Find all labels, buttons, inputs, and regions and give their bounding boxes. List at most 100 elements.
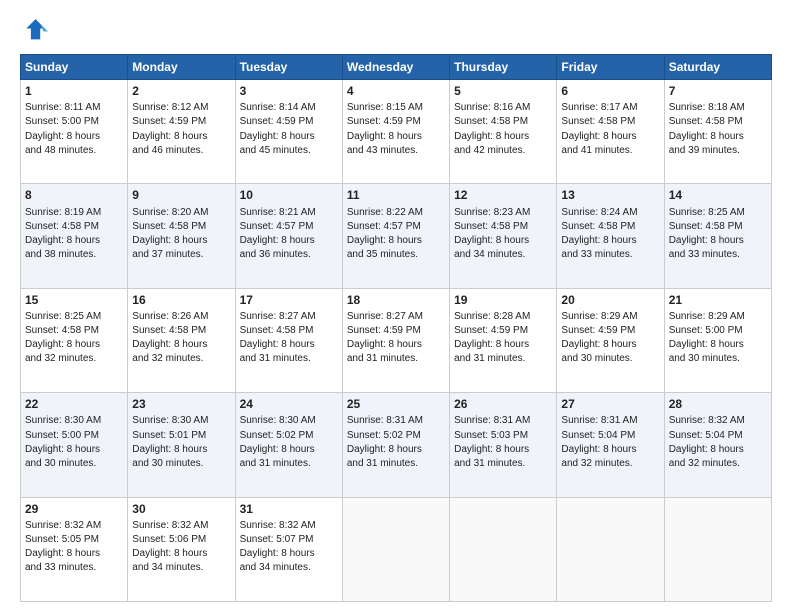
day-number: 1 — [25, 83, 123, 99]
calendar-cell: 20 Sunrise: 8:29 AMSunset: 4:59 PMDayligh… — [557, 288, 664, 392]
cell-info: Sunrise: 8:20 AMSunset: 4:58 PMDaylight:… — [132, 207, 208, 261]
calendar-cell: 31 Sunrise: 8:32 AMSunset: 5:07 PMDayligh… — [235, 497, 342, 601]
calendar-day-header: Friday — [557, 55, 664, 80]
page: SundayMondayTuesdayWednesdayThursdayFrid… — [0, 0, 792, 612]
day-number: 31 — [240, 501, 338, 517]
day-number: 27 — [561, 396, 659, 412]
day-number: 23 — [132, 396, 230, 412]
cell-info: Sunrise: 8:30 AMSunset: 5:02 PMDaylight:… — [240, 415, 316, 469]
day-number: 9 — [132, 187, 230, 203]
cell-info: Sunrise: 8:32 AMSunset: 5:07 PMDaylight:… — [240, 520, 316, 574]
calendar-day-header: Tuesday — [235, 55, 342, 80]
day-number: 15 — [25, 292, 123, 308]
calendar-cell: 2 Sunrise: 8:12 AMSunset: 4:59 PMDaylight… — [128, 80, 235, 184]
calendar-day-header: Sunday — [21, 55, 128, 80]
day-number: 2 — [132, 83, 230, 99]
cell-info: Sunrise: 8:27 AMSunset: 4:58 PMDaylight:… — [240, 311, 316, 365]
calendar-week-row: 8 Sunrise: 8:19 AMSunset: 4:58 PMDaylight… — [21, 184, 772, 288]
day-number: 28 — [669, 396, 767, 412]
cell-info: Sunrise: 8:21 AMSunset: 4:57 PMDaylight:… — [240, 207, 316, 261]
calendar-cell: 8 Sunrise: 8:19 AMSunset: 4:58 PMDaylight… — [21, 184, 128, 288]
cell-info: Sunrise: 8:32 AMSunset: 5:06 PMDaylight:… — [132, 520, 208, 574]
cell-info: Sunrise: 8:32 AMSunset: 5:04 PMDaylight:… — [669, 415, 745, 469]
calendar-cell: 1 Sunrise: 8:11 AMSunset: 5:00 PMDaylight… — [21, 80, 128, 184]
cell-info: Sunrise: 8:29 AMSunset: 5:00 PMDaylight:… — [669, 311, 745, 365]
calendar-week-row: 1 Sunrise: 8:11 AMSunset: 5:00 PMDaylight… — [21, 80, 772, 184]
calendar-cell: 13Sunrise: 8:24 AMSunset: 4:58 PMDayligh… — [557, 184, 664, 288]
cell-info: Sunrise: 8:29 AMSunset: 4:59 PMDaylight:… — [561, 311, 637, 365]
calendar-cell: 29 Sunrise: 8:32 AMSunset: 5:05 PMDayligh… — [21, 497, 128, 601]
calendar-cell: 3Sunrise: 8:14 AMSunset: 4:59 PMDaylight… — [235, 80, 342, 184]
calendar-cell: 27 Sunrise: 8:31 AMSunset: 5:04 PMDayligh… — [557, 393, 664, 497]
day-number: 19 — [454, 292, 552, 308]
cell-info: Sunrise: 8:25 AMSunset: 4:58 PMDaylight:… — [669, 207, 745, 261]
calendar-cell — [342, 497, 449, 601]
cell-info: Sunrise: 8:24 AMSunset: 4:58 PMDaylight:… — [561, 207, 637, 261]
day-number: 14 — [669, 187, 767, 203]
cell-info: Sunrise: 8:31 AMSunset: 5:02 PMDaylight:… — [347, 415, 423, 469]
calendar-cell: 6 Sunrise: 8:17 AMSunset: 4:58 PMDaylight… — [557, 80, 664, 184]
calendar-cell: 14 Sunrise: 8:25 AMSunset: 4:58 PMDayligh… — [664, 184, 771, 288]
day-number: 7 — [669, 83, 767, 99]
calendar-cell: 5 Sunrise: 8:16 AMSunset: 4:58 PMDaylight… — [450, 80, 557, 184]
logo — [20, 16, 52, 44]
cell-info: Sunrise: 8:17 AMSunset: 4:58 PMDaylight:… — [561, 102, 637, 156]
cell-info: Sunrise: 8:32 AMSunset: 5:05 PMDaylight:… — [25, 520, 101, 574]
day-number: 24 — [240, 396, 338, 412]
calendar-table: SundayMondayTuesdayWednesdayThursdayFrid… — [20, 54, 772, 602]
cell-info: Sunrise: 8:11 AMSunset: 5:00 PMDaylight:… — [25, 102, 100, 156]
day-number: 11 — [347, 187, 445, 203]
day-number: 25 — [347, 396, 445, 412]
calendar-cell — [450, 497, 557, 601]
day-number: 10 — [240, 187, 338, 203]
day-number: 18 — [347, 292, 445, 308]
calendar-cell: 22 Sunrise: 8:30 AMSunset: 5:00 PMDayligh… — [21, 393, 128, 497]
day-number: 6 — [561, 83, 659, 99]
calendar-cell: 11Sunrise: 8:22 AMSunset: 4:57 PMDayligh… — [342, 184, 449, 288]
cell-info: Sunrise: 8:19 AMSunset: 4:58 PMDaylight:… — [25, 207, 101, 261]
calendar-cell — [557, 497, 664, 601]
calendar-cell: 4Sunrise: 8:15 AMSunset: 4:59 PMDaylight… — [342, 80, 449, 184]
calendar-cell: 19 Sunrise: 8:28 AMSunset: 4:59 PMDayligh… — [450, 288, 557, 392]
cell-info: Sunrise: 8:16 AMSunset: 4:58 PMDaylight:… — [454, 102, 530, 156]
day-number: 12 — [454, 187, 552, 203]
calendar-cell: 9 Sunrise: 8:20 AMSunset: 4:58 PMDaylight… — [128, 184, 235, 288]
cell-info: Sunrise: 8:27 AMSunset: 4:59 PMDaylight:… — [347, 311, 423, 365]
calendar-cell: 25 Sunrise: 8:31 AMSunset: 5:02 PMDayligh… — [342, 393, 449, 497]
cell-info: Sunrise: 8:18 AMSunset: 4:58 PMDaylight:… — [669, 102, 745, 156]
cell-info: Sunrise: 8:28 AMSunset: 4:59 PMDaylight:… — [454, 311, 530, 365]
day-number: 21 — [669, 292, 767, 308]
calendar-cell: 24 Sunrise: 8:30 AMSunset: 5:02 PMDayligh… — [235, 393, 342, 497]
cell-info: Sunrise: 8:12 AMSunset: 4:59 PMDaylight:… — [132, 102, 208, 156]
header — [20, 16, 772, 44]
cell-info: Sunrise: 8:26 AMSunset: 4:58 PMDaylight:… — [132, 311, 208, 365]
cell-info: Sunrise: 8:30 AMSunset: 5:00 PMDaylight:… — [25, 415, 101, 469]
logo-icon — [20, 16, 48, 44]
calendar-cell: 15 Sunrise: 8:25 AMSunset: 4:58 PMDayligh… — [21, 288, 128, 392]
cell-info: Sunrise: 8:14 AMSunset: 4:59 PMDaylight:… — [240, 102, 316, 156]
day-number: 16 — [132, 292, 230, 308]
calendar-week-row: 29 Sunrise: 8:32 AMSunset: 5:05 PMDayligh… — [21, 497, 772, 601]
calendar-cell — [664, 497, 771, 601]
calendar-cell: 16 Sunrise: 8:26 AMSunset: 4:58 PMDayligh… — [128, 288, 235, 392]
calendar-week-row: 15 Sunrise: 8:25 AMSunset: 4:58 PMDayligh… — [21, 288, 772, 392]
cell-info: Sunrise: 8:31 AMSunset: 5:04 PMDaylight:… — [561, 415, 637, 469]
calendar-day-header: Monday — [128, 55, 235, 80]
cell-info: Sunrise: 8:23 AMSunset: 4:58 PMDaylight:… — [454, 207, 530, 261]
day-number: 22 — [25, 396, 123, 412]
calendar-cell: 12 Sunrise: 8:23 AMSunset: 4:58 PMDayligh… — [450, 184, 557, 288]
day-number: 8 — [25, 187, 123, 203]
day-number: 5 — [454, 83, 552, 99]
calendar-cell: 21 Sunrise: 8:29 AMSunset: 5:00 PMDayligh… — [664, 288, 771, 392]
day-number: 29 — [25, 501, 123, 517]
day-number: 20 — [561, 292, 659, 308]
calendar-cell: 18 Sunrise: 8:27 AMSunset: 4:59 PMDayligh… — [342, 288, 449, 392]
calendar-cell: 28 Sunrise: 8:32 AMSunset: 5:04 PMDayligh… — [664, 393, 771, 497]
calendar-week-row: 22 Sunrise: 8:30 AMSunset: 5:00 PMDayligh… — [21, 393, 772, 497]
day-number: 26 — [454, 396, 552, 412]
calendar-day-header: Saturday — [664, 55, 771, 80]
day-number: 4 — [347, 83, 445, 99]
calendar-day-header: Thursday — [450, 55, 557, 80]
day-number: 17 — [240, 292, 338, 308]
cell-info: Sunrise: 8:25 AMSunset: 4:58 PMDaylight:… — [25, 311, 101, 365]
